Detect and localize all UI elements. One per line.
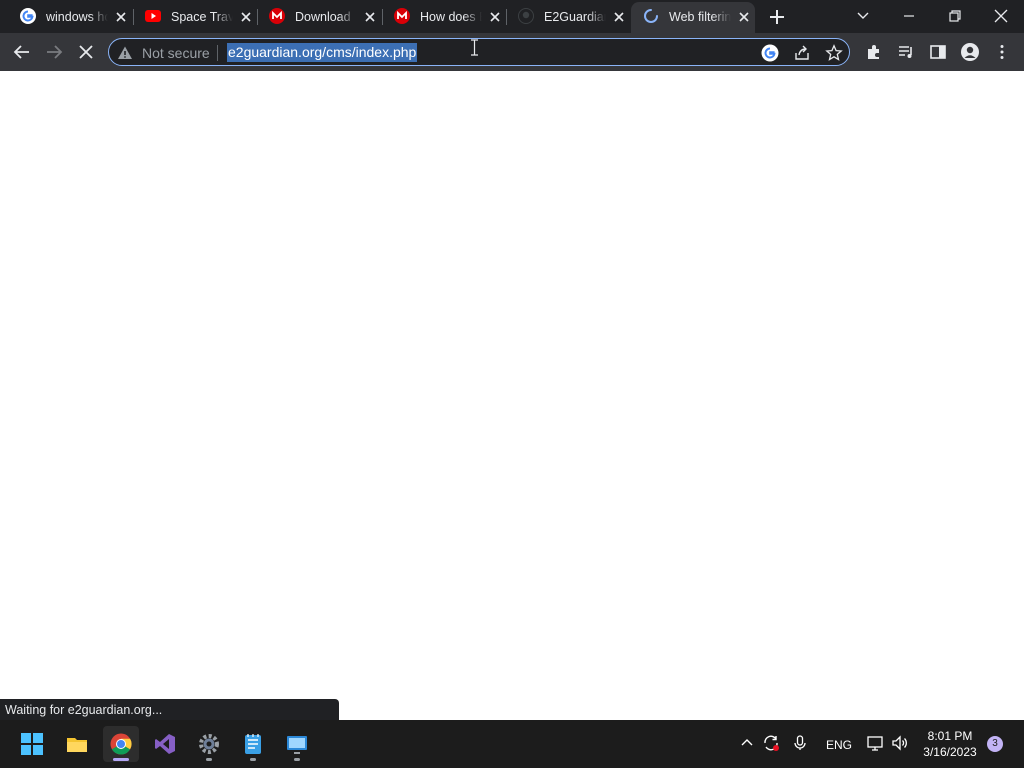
running-indicator	[294, 758, 300, 761]
mega-icon	[269, 8, 285, 24]
tab-web-filtering[interactable]: Web filtering	[631, 2, 755, 33]
url-input[interactable]: e2guardian.org/cms/index.php	[227, 43, 418, 62]
divider	[217, 45, 218, 61]
close-icon[interactable]	[490, 11, 500, 22]
tab-strip: windows how to Space Travel	[0, 0, 1024, 33]
bookmark-star-icon[interactable]	[825, 44, 843, 62]
file-explorer-button[interactable]	[59, 726, 95, 762]
tab-title: Space Travel	[171, 10, 233, 24]
settings-button[interactable]	[191, 726, 227, 762]
tab-title: Download	[295, 10, 351, 24]
new-tab-button[interactable]	[769, 9, 785, 25]
tab-title: How does E2Guardian	[420, 10, 482, 24]
clock[interactable]: 8:01 PM 3/16/2023	[916, 728, 984, 760]
start-button[interactable]	[14, 726, 50, 762]
close-icon[interactable]	[614, 11, 624, 22]
chevron-up-icon[interactable]	[738, 734, 756, 752]
clock-time: 8:01 PM	[927, 729, 973, 743]
google-icon	[20, 8, 36, 24]
youtube-icon	[145, 8, 161, 24]
tab-space-travel[interactable]: Space Travel	[133, 0, 257, 33]
microphone-icon[interactable]	[791, 734, 809, 752]
warning-icon	[118, 46, 132, 59]
notification-badge[interactable]: 3	[987, 736, 1003, 752]
text-cursor-icon	[470, 39, 479, 56]
loading-spinner-icon	[643, 8, 659, 24]
share-icon[interactable]	[793, 44, 811, 62]
security-label: Not secure	[142, 45, 210, 61]
remote-desktop-icon	[287, 736, 307, 754]
remote-desktop-button[interactable]	[279, 726, 315, 762]
profile-avatar-icon[interactable]	[960, 42, 980, 62]
toolbar: Not secure e2guardian.org/cms/index.php	[0, 33, 1024, 71]
close-icon[interactable]	[241, 11, 251, 22]
stop-loading-icon[interactable]	[76, 42, 96, 62]
file-explorer-icon	[67, 738, 87, 752]
close-icon[interactable]	[116, 11, 126, 22]
extensions-icon[interactable]	[864, 42, 884, 62]
network-icon[interactable]	[866, 734, 884, 752]
visual-studio-button[interactable]	[147, 726, 183, 762]
close-icon[interactable]	[739, 11, 749, 22]
github-icon	[518, 8, 534, 24]
language-indicator[interactable]: ENG	[826, 738, 852, 752]
visual-studio-icon	[155, 734, 175, 754]
window-close-icon[interactable]	[991, 6, 1011, 26]
page-content	[0, 71, 1024, 720]
status-bubble: Waiting for e2guardian.org...	[0, 699, 339, 720]
chrome-icon	[110, 733, 132, 755]
notepad-button[interactable]	[235, 726, 271, 762]
close-icon[interactable]	[365, 11, 375, 22]
running-indicator	[250, 758, 256, 761]
tab-title: Web filtering	[669, 10, 731, 24]
menu-kebab-icon[interactable]	[992, 42, 1012, 62]
security-chip[interactable]: Not secure	[117, 44, 210, 62]
tab-how-does[interactable]: How does E2Guardian	[382, 0, 506, 33]
tab-title: windows how to	[46, 10, 108, 24]
side-panel-icon[interactable]	[928, 42, 948, 62]
settings-icon	[199, 734, 219, 754]
volume-icon[interactable]	[891, 734, 909, 752]
notepad-icon	[245, 734, 261, 754]
forward-icon[interactable]	[44, 42, 64, 62]
restore-icon[interactable]	[945, 6, 965, 26]
windows-start-icon	[21, 733, 43, 755]
address-bar[interactable]: Not secure e2guardian.org/cms/index.php	[108, 38, 850, 66]
tab-e2guardian[interactable]: E2Guardian	[506, 0, 630, 33]
tab-windows-how-to[interactable]: windows how to	[8, 0, 132, 33]
tab-title: E2Guardian	[544, 10, 606, 24]
media-queue-icon[interactable]	[896, 42, 916, 62]
taskbar: ENG 8:01 PM 3/16/2023 3	[0, 720, 1024, 768]
clock-date: 3/16/2023	[923, 745, 977, 759]
running-indicator	[113, 758, 129, 761]
tab-search-chevron-icon[interactable]	[853, 6, 873, 26]
screen: windows how to Space Travel	[0, 0, 1024, 768]
google-lens-icon[interactable]	[761, 44, 779, 62]
chrome-button[interactable]	[103, 726, 139, 762]
sync-icon[interactable]	[762, 734, 780, 752]
mega-icon	[394, 8, 410, 24]
back-icon[interactable]	[12, 42, 32, 62]
running-indicator	[206, 758, 212, 761]
minimize-icon[interactable]	[899, 6, 919, 26]
tab-download[interactable]: Download	[257, 0, 381, 33]
